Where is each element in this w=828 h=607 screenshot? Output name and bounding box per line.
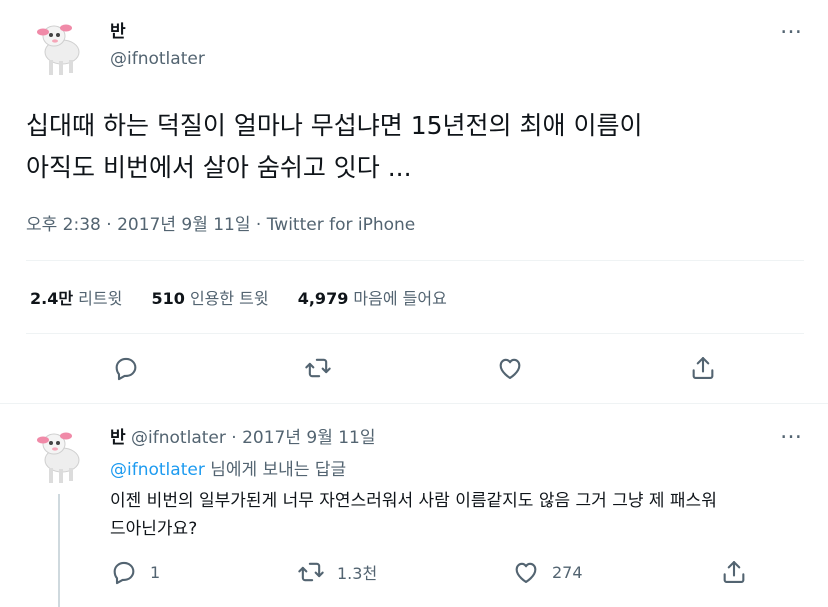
reply-reply-button[interactable]: 1 [110, 558, 160, 586]
like-button[interactable] [496, 354, 524, 382]
likes-label: 마음에 들어요 [353, 289, 447, 308]
retweet-button[interactable] [304, 354, 332, 382]
more-options-icon[interactable]: … [780, 16, 803, 38]
reply-date[interactable]: 2017년 9월 11일 [242, 428, 375, 448]
reply-share-button[interactable] [720, 558, 748, 586]
reply-icon [113, 561, 135, 585]
tweet-timestamp[interactable]: 오후 2:38 · 2017년 9월 11일 · Twitter for iPh… [26, 210, 415, 235]
reply-count: 1 [150, 562, 161, 582]
likes-count: 4,979 [297, 289, 349, 308]
reply-display-name[interactable]: 반 [110, 428, 126, 448]
heart-icon [499, 358, 521, 379]
display-name[interactable]: 반 [110, 17, 126, 42]
heart-icon [515, 562, 537, 583]
share-button[interactable] [689, 354, 717, 382]
quotes-count: 510 [151, 289, 185, 308]
divider [0, 403, 828, 404]
separator: · [231, 428, 237, 448]
reply-header: 반 @ifnotlater · 2017년 9월 11일 [110, 423, 376, 448]
tweet-text-line: 십대때 하는 덕질이 얼마나 무섭냐면 15년전의 최애 이름이 [26, 111, 643, 140]
likes-stat[interactable]: 4,979 마음에 들어요 [298, 289, 447, 308]
reply-text-line: 이젠 비번의 일부가된게 너무 자연스러워서 사람 이름같지도 않음 그거 그냥… [110, 491, 717, 511]
reply-more-options-icon[interactable]: … [780, 421, 803, 443]
reply-avatar[interactable] [26, 420, 92, 486]
reply-button[interactable] [112, 354, 140, 382]
tweet-text-line: 아직도 비번에서 살아 숨쉬고 잇다 ... [26, 153, 412, 182]
retweets-stat[interactable]: 2.4만 리트윗 [30, 289, 127, 308]
thread-line [58, 494, 60, 607]
reply-icon [115, 357, 137, 381]
share-icon [723, 561, 745, 583]
reply-text: 이젠 비번의 일부가된게 너무 자연스러워서 사람 이름같지도 않음 그거 그냥… [110, 487, 717, 543]
reply-like-button[interactable]: 274 [512, 558, 583, 586]
quotes-stat[interactable]: 510 인용한 트윗 [151, 289, 273, 308]
retweet-count: 1.3천 [337, 564, 378, 583]
retweet-icon [305, 358, 331, 378]
divider [26, 333, 804, 334]
replying-to: @ifnotlater 님에게 보내는 답글 [110, 455, 346, 480]
avatar[interactable] [26, 12, 92, 78]
reply-text-line: 드아닌가요? [110, 519, 198, 539]
quotes-label: 인용한 트윗 [189, 289, 269, 308]
retweets-label: 리트윗 [78, 289, 123, 308]
reply-handle[interactable]: @ifnotlater [131, 428, 226, 448]
retweets-count: 2.4만 [30, 289, 74, 308]
retweet-icon [298, 562, 324, 582]
reply-retweet-button[interactable]: 1.3천 [297, 558, 377, 586]
tweet-text: 십대때 하는 덕질이 얼마나 무섭냐면 15년전의 최애 이름이 아직도 비번에… [26, 105, 642, 189]
like-count: 274 [552, 562, 583, 582]
share-icon [692, 357, 714, 379]
tweet-stats: 2.4만 리트윗 510 인용한 트윗 4,979 마음에 들어요 [30, 285, 447, 309]
handle[interactable]: @ifnotlater [110, 49, 205, 69]
replying-to-label: 님에게 보내는 답글 [210, 460, 347, 480]
replying-to-handle[interactable]: @ifnotlater [110, 460, 205, 480]
divider [26, 260, 804, 261]
